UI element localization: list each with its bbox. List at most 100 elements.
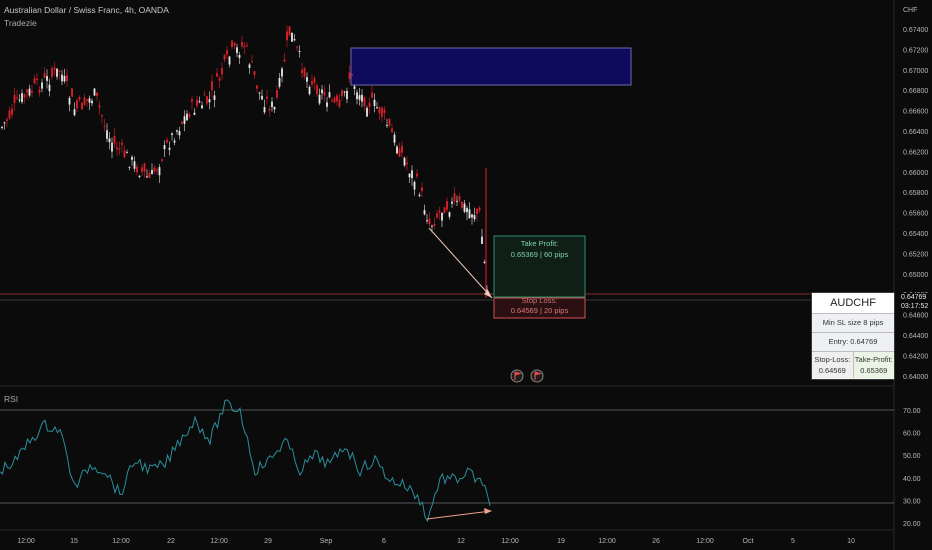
rsi-axis-labels: 70.00 60.00 50.00 40.00 30.00 20.00: [903, 408, 921, 528]
flag-icon[interactable]: [510, 369, 524, 383]
candle-body: [256, 85, 258, 89]
candle-body: [161, 159, 163, 161]
candle-body: [436, 213, 438, 218]
candle-body: [251, 61, 253, 63]
candle-body: [428, 218, 431, 225]
candle-body: [288, 26, 291, 36]
candle-body: [301, 69, 303, 74]
candle-body: [23, 94, 26, 98]
price-axis-label: 0.66000: [903, 170, 928, 177]
current-price: 0.64769: [901, 294, 927, 301]
candle-body: [343, 91, 346, 93]
candle-body: [313, 78, 316, 83]
candle-body: [81, 102, 83, 110]
candle-body: [56, 68, 58, 77]
time-axis-label: 26: [652, 538, 660, 545]
supply-zone-box[interactable]: [350, 47, 632, 86]
candle-body: [63, 76, 66, 82]
candle-body: [73, 109, 76, 116]
price-axis-label: 0.67400: [903, 27, 928, 34]
candle-body: [168, 147, 171, 150]
candle-body: [366, 107, 368, 117]
candle-body: [123, 150, 126, 158]
candle-body: [278, 78, 281, 87]
price-axis-label: 0.66200: [903, 149, 928, 156]
candle-body: [153, 167, 156, 172]
candle-body: [103, 126, 106, 128]
candle-body: [296, 46, 298, 48]
candle-body: [178, 130, 181, 136]
candle-body: [156, 169, 158, 171]
chart-canvas[interactable]: CHF 0.67400 0.67200 0.67000 0.66800 0.66600 0.…: [0, 0, 932, 550]
candle-body: [176, 130, 178, 132]
candle-body: [208, 99, 211, 103]
tp-cell: Take-Profit: 0.65369: [853, 352, 894, 378]
chart-title: Australian Dollar / Swiss Franc, 4h, OAN…: [4, 5, 169, 15]
candle-body: [421, 187, 423, 192]
candle-body: [186, 113, 188, 121]
candle-body: [261, 95, 263, 100]
candle-body: [58, 70, 61, 72]
candle-body: [273, 107, 276, 110]
candle-body: [363, 97, 366, 107]
candle-body: [451, 201, 453, 204]
stop-loss-value: 0.64569 | 20 pips: [510, 306, 569, 315]
candle-body: [33, 78, 36, 84]
candle-body: [106, 130, 108, 139]
candle-body: [128, 166, 131, 168]
candle-body: [143, 163, 146, 172]
candle-body: [266, 96, 268, 99]
candle-body: [203, 94, 206, 96]
candle-body: [438, 210, 441, 213]
candle-body: [206, 96, 208, 104]
candle-body: [391, 128, 393, 133]
candle-body: [21, 93, 23, 102]
candle-body: [463, 203, 466, 212]
rsi-axis-label: 30.00: [903, 498, 921, 505]
price-axis-label: 0.66400: [903, 129, 928, 136]
time-axis-label: 12:00: [210, 538, 228, 545]
candle-body: [183, 116, 186, 124]
candle-body: [381, 107, 383, 117]
rsi-axis-label: 20.00: [903, 521, 921, 528]
flag-icon[interactable]: [530, 369, 544, 383]
candle-body: [393, 134, 396, 143]
candle-body: [138, 175, 141, 178]
candle-body: [91, 100, 93, 104]
candle-body: [148, 172, 151, 178]
candle-body: [118, 148, 121, 150]
candle-body: [346, 90, 348, 100]
time-axis-label: 12:00: [17, 538, 35, 545]
candle-body: [483, 261, 486, 263]
candle-body: [481, 236, 483, 244]
price-axis-label: 0.64600: [903, 313, 928, 320]
candle-body: [356, 92, 358, 100]
candle-body: [53, 67, 56, 70]
candle-body: [146, 176, 148, 178]
candle-body: [331, 100, 333, 102]
price-axis-label: 0.65600: [903, 211, 928, 218]
candle-body: [416, 173, 418, 177]
candle-body: [231, 40, 233, 47]
candle-body: [308, 86, 311, 95]
candle-body: [441, 212, 443, 221]
candle-body: [376, 107, 378, 109]
candle-body: [136, 166, 138, 173]
candle-body: [368, 102, 371, 107]
candle-body: [6, 119, 8, 121]
rsi-divergence-arrow[interactable]: [426, 510, 492, 520]
candle-body: [131, 156, 133, 160]
sl-value: 0.64569: [818, 366, 846, 375]
candle-body: [83, 97, 86, 105]
candle-body: [78, 97, 81, 100]
candle-body: [216, 73, 218, 77]
candle-body: [46, 76, 48, 81]
candle-body: [1, 126, 3, 128]
price-axis-label: 0.65800: [903, 190, 928, 197]
time-axis-labels: 12:00 15 12:00 22 12:00 29 Sep 6 12 12:00 19 12:00 2…: [17, 538, 855, 545]
candle-body: [218, 78, 221, 81]
candle-body: [48, 84, 51, 92]
candle-body: [13, 94, 16, 104]
candle-body: [458, 196, 461, 201]
candle-body: [51, 68, 53, 77]
